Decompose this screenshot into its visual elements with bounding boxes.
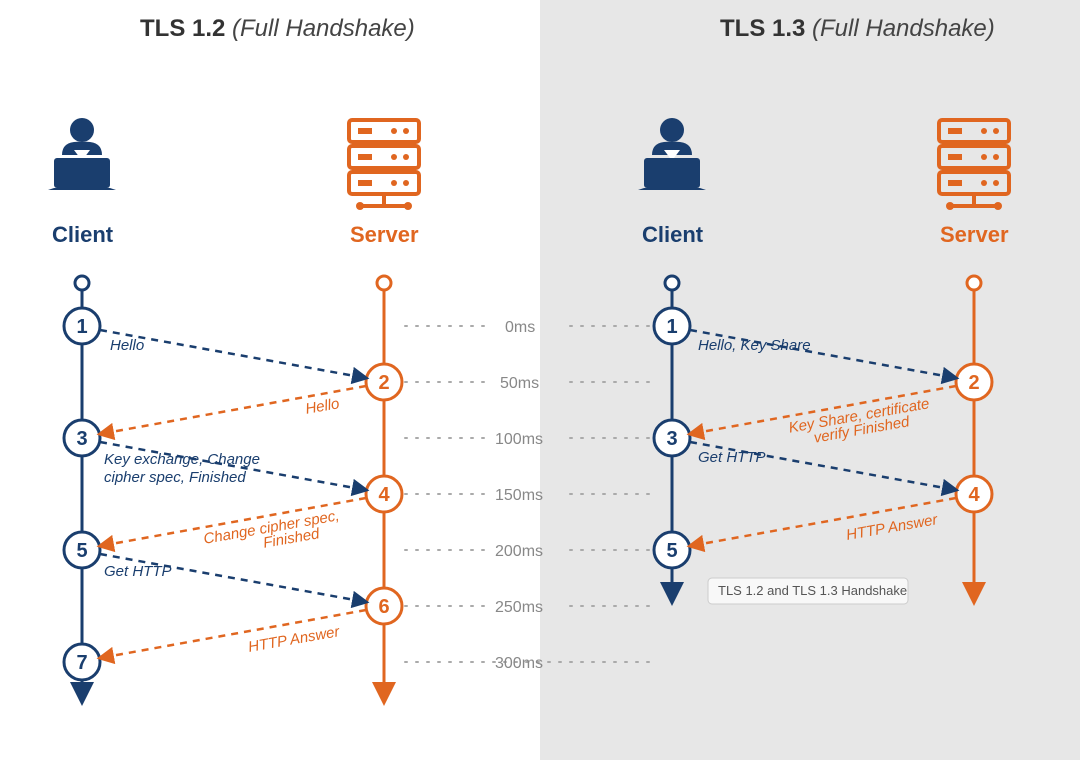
lbl-get: Get HTTP [104, 563, 172, 580]
svg-text:5: 5 [666, 540, 677, 562]
server-label: Server [350, 222, 419, 247]
svg-text:4: 4 [968, 484, 980, 506]
right-panel-bg [540, 0, 1080, 760]
step-2: 2 [956, 364, 992, 400]
svg-text:1: 1 [666, 316, 677, 338]
svg-text:7: 7 [76, 652, 87, 674]
lbl-kx2: cipher spec, Finished [104, 469, 246, 486]
svg-text:200ms: 200ms [495, 543, 543, 560]
server-label: Server [940, 222, 1009, 247]
step-1: 1 [64, 308, 100, 344]
step-5: 5 [654, 532, 690, 568]
tls12-panel: Client Server 1 2 3 4 5 6 7 Hello Hello … [48, 118, 419, 700]
lbl-hello-s: Hello [304, 395, 341, 418]
svg-text:4: 4 [378, 484, 390, 506]
step-3: 3 [654, 420, 690, 456]
svg-text:5: 5 [76, 540, 87, 562]
svg-text:250ms: 250ms [495, 599, 543, 616]
svg-text:300ms: 300ms [495, 655, 543, 672]
step-4: 4 [956, 476, 992, 512]
svg-text:50ms: 50ms [500, 375, 539, 392]
server-icon [349, 120, 419, 210]
step-2: 2 [366, 364, 402, 400]
step-7: 7 [64, 644, 100, 680]
step-1: 1 [654, 308, 690, 344]
svg-text:2: 2 [968, 372, 979, 394]
lbl-kx1: Key exchange, Change [104, 451, 260, 468]
client-label: Client [642, 222, 704, 247]
svg-text:1: 1 [76, 316, 87, 338]
time-labels: 0ms 50ms 100ms 150ms 200ms 250ms 300ms [495, 319, 543, 672]
client-label: Client [52, 222, 114, 247]
svg-text:100ms: 100ms [495, 431, 543, 448]
svg-text:2: 2 [378, 372, 389, 394]
svg-text:3: 3 [666, 428, 677, 450]
lbl-hello-c: Hello [110, 337, 144, 354]
title-right: TLS 1.3 (Full Handshake) [720, 15, 995, 42]
svg-text:6: 6 [378, 596, 389, 618]
handshake-diagram: TLS 1.2 (Full Handshake) TLS 1.3 (Full H… [0, 0, 1080, 760]
tooltip: TLS 1.2 and TLS 1.3 Handshake [708, 578, 908, 604]
svg-text:3: 3 [76, 428, 87, 450]
svg-text:150ms: 150ms [495, 487, 543, 504]
client-icon [48, 118, 116, 190]
svg-text:0ms: 0ms [505, 319, 535, 336]
lbl-hello-ks: Hello, Key Share [698, 337, 811, 354]
lbl-get: Get HTTP [698, 449, 766, 466]
title-left: TLS 1.2 (Full Handshake) [140, 15, 415, 42]
step-6: 6 [366, 588, 402, 624]
svg-text:TLS 1.2 and TLS 1.3 Handshake: TLS 1.2 and TLS 1.3 Handshake [718, 583, 907, 598]
step-4: 4 [366, 476, 402, 512]
step-5: 5 [64, 532, 100, 568]
step-3: 3 [64, 420, 100, 456]
